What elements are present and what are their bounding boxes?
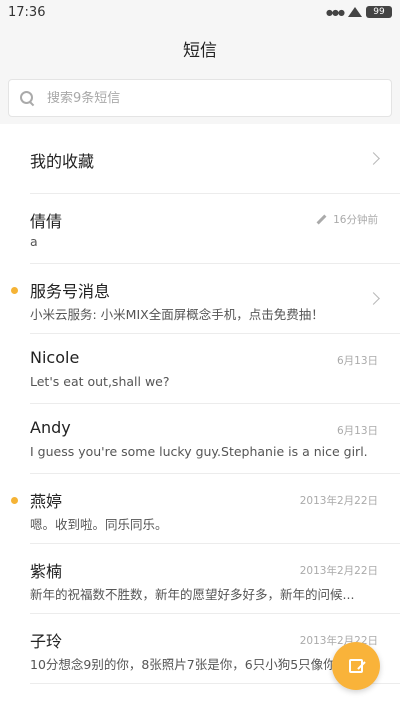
conversation-name: 倩倩 — [30, 212, 63, 231]
wifi-icon — [348, 7, 362, 17]
conversation-item[interactable]: 紫楠 新年的祝福数不胜数，新年的愿望好多好多，新年的问候... 2013年2月2… — [30, 544, 400, 614]
conversation-preview: I guess you're some lucky guy.Stephanie … — [30, 444, 368, 459]
search-area — [0, 72, 400, 124]
status-icons: ●●● 99 — [326, 6, 392, 18]
chevron-right-icon — [367, 152, 380, 165]
battery-icon: 99 — [366, 6, 392, 18]
conversation-name: 子玲 — [30, 632, 63, 651]
search-box[interactable] — [8, 79, 392, 117]
conversation-item[interactable]: Andy I guess you're some lucky guy.Steph… — [30, 404, 400, 474]
status-bar: 17:36 ●●● 99 — [0, 0, 400, 24]
draft-indicator: 16分钟前 — [316, 212, 378, 227]
conversation-item[interactable]: Nicole Let's eat out,shall we? 6月13日 — [30, 334, 400, 404]
conversation-name: 服务号消息 — [30, 282, 111, 301]
favorites-row[interactable]: 我的收藏 — [30, 124, 400, 194]
conversation-item[interactable]: 服务号消息 小米云服务: 小米MIX全面屏概念手机，点击免费抽！ — [11, 264, 400, 334]
conversation-name: 燕婷 — [30, 492, 63, 511]
conversation-preview: 10分想念9别的你，8张照片7张是你，6只小狗5只像你 — [30, 657, 336, 672]
favorites-label: 我的收藏 — [30, 152, 95, 171]
compose-button[interactable] — [332, 642, 380, 690]
page-title: 短信 — [183, 40, 217, 61]
unread-dot — [11, 497, 18, 504]
conversation-name: 紫楠 — [30, 562, 63, 581]
conversation-preview: 嗯。收到啦。同乐同乐。 — [30, 517, 168, 532]
chevron-right-icon — [367, 292, 380, 305]
conversation-item[interactable]: 燕婷 嗯。收到啦。同乐同乐。 2013年2月22日 — [11, 474, 400, 544]
pencil-icon — [316, 214, 327, 225]
conversation-time: 6月13日 — [336, 355, 378, 367]
conversation-preview: 新年的祝福数不胜数，新年的愿望好多好多，新年的问候... — [30, 587, 355, 602]
conversation-preview: Let's eat out,shall we? — [30, 374, 170, 389]
compose-icon — [349, 659, 363, 673]
search-input[interactable] — [47, 90, 347, 106]
screen: 17:36 ●●● 99 短信 我的收藏 倩倩 a 16分钟前 — [0, 0, 400, 711]
conversation-time: 16分钟前 — [333, 214, 378, 226]
conversation-preview: 小米云服务: 小米MIX全面屏概念手机，点击免费抽！ — [30, 307, 324, 322]
status-time: 17:36 — [8, 4, 46, 20]
conversation-list: 我的收藏 倩倩 a 16分钟前 服务号消息 小米云服务: 小米MIX全面屏概念手… — [0, 124, 400, 684]
conversation-time: 2013年2月22日 — [299, 495, 378, 507]
conversation-item[interactable]: 倩倩 a 16分钟前 — [30, 194, 400, 264]
unread-dot — [11, 287, 18, 294]
title-bar: 短信 — [0, 24, 400, 72]
conversation-time: 2013年2月22日 — [299, 565, 378, 577]
conversation-name: Andy — [30, 418, 71, 437]
search-icon — [19, 90, 35, 106]
conversation-preview: a — [30, 234, 38, 249]
conversation-time: 6月13日 — [336, 425, 378, 437]
signal-icon: ●●● — [326, 7, 345, 17]
conversation-name: Nicole — [30, 348, 80, 367]
